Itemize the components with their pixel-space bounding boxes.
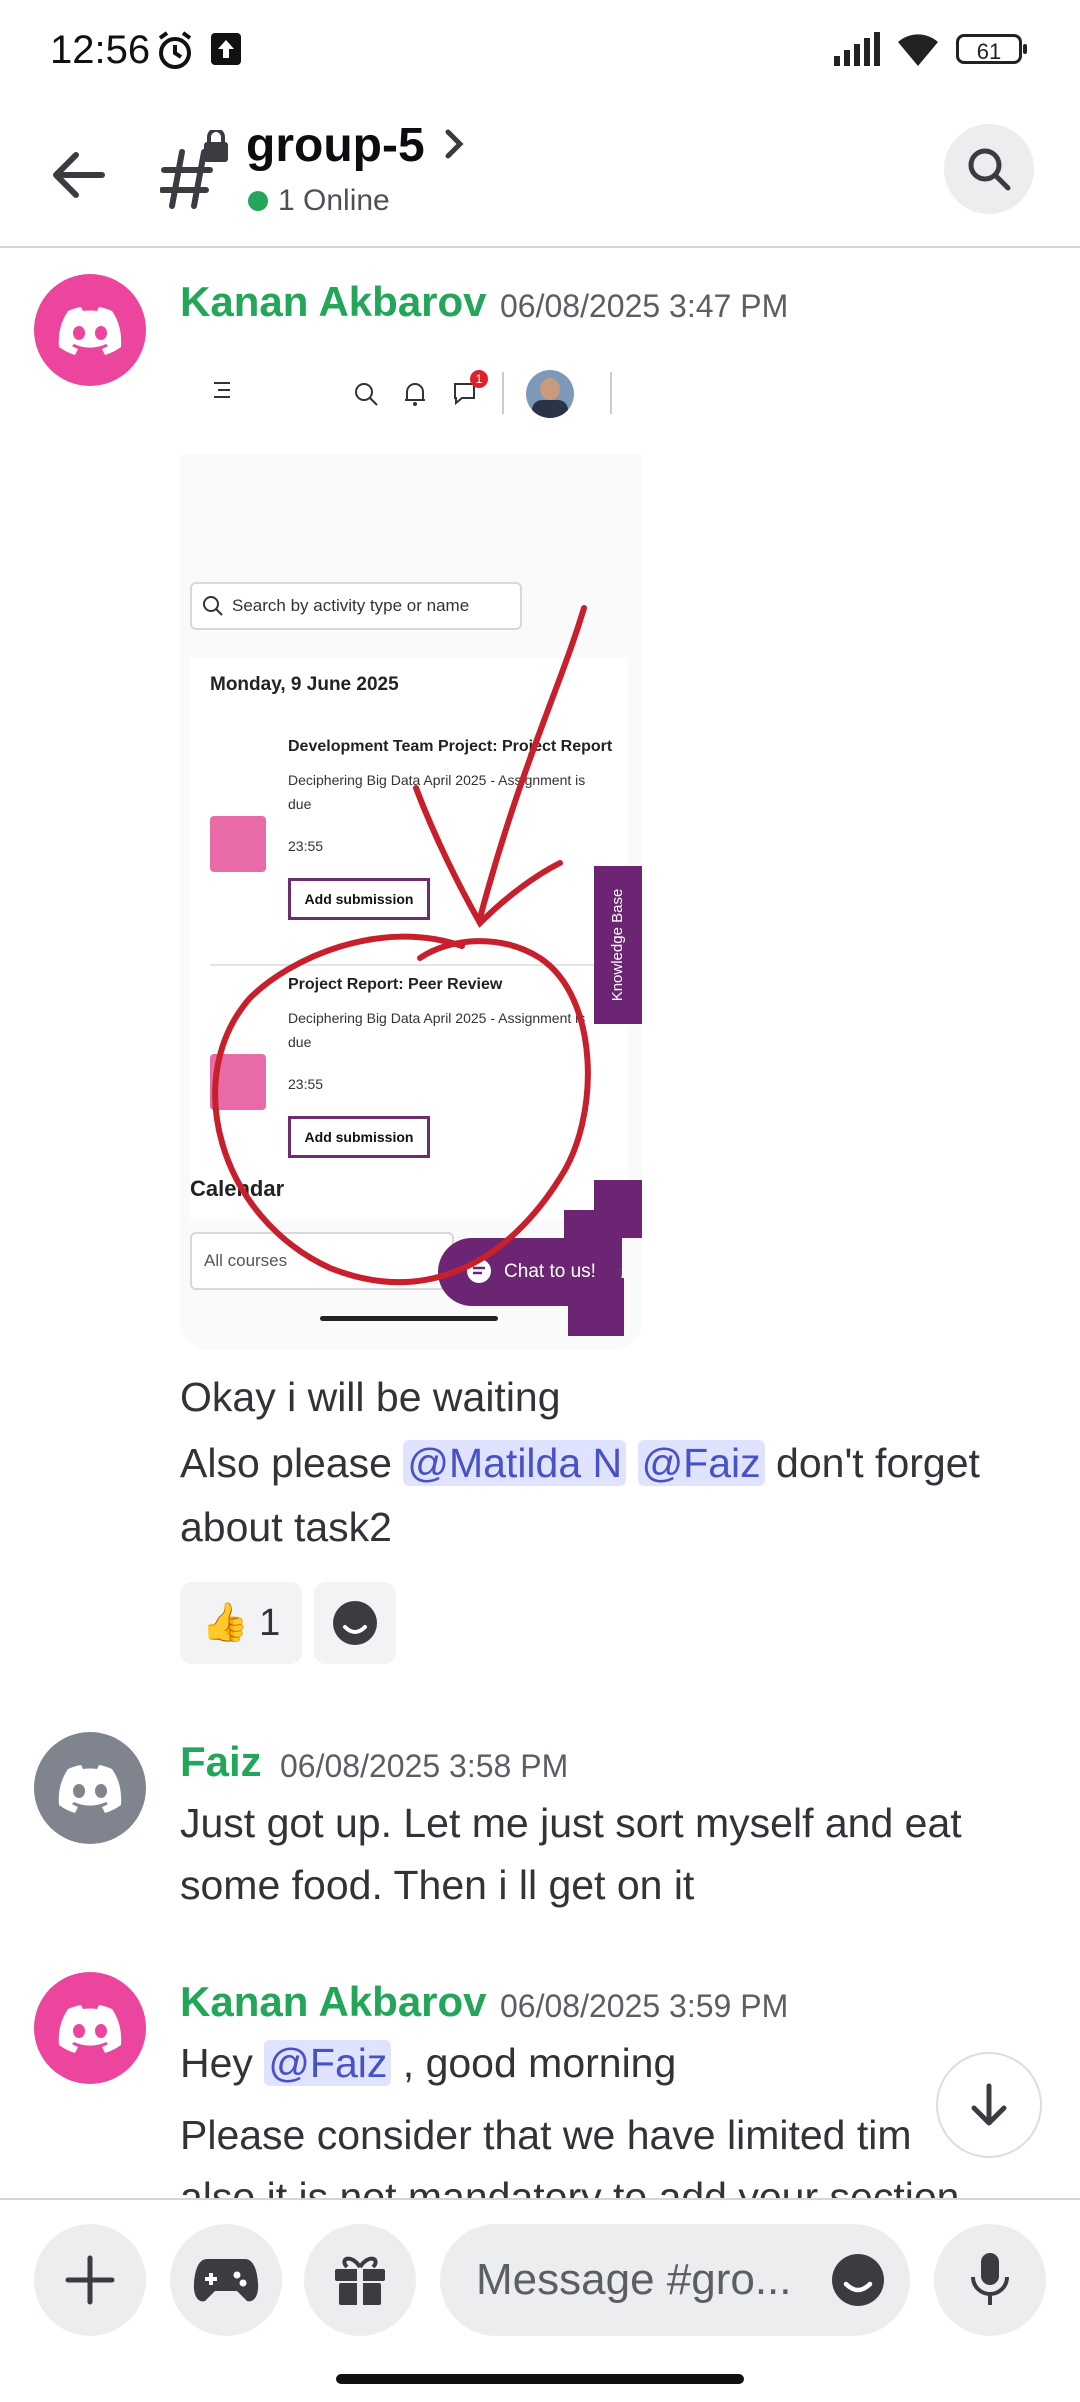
channel-name[interactable]: group-5 xyxy=(246,118,425,173)
microphone-icon xyxy=(971,2253,1009,2305)
channel-header: group-5 1 Online xyxy=(0,100,1080,248)
activities-button[interactable] xyxy=(170,2224,282,2336)
online-dot-icon xyxy=(248,191,268,211)
message-text: also it is not mandatory to add your sec… xyxy=(180,2174,960,2198)
message-author[interactable]: Faiz xyxy=(180,1738,262,1786)
status-time: 12:56 xyxy=(50,28,151,72)
arrow-down-icon xyxy=(971,2083,1007,2126)
message-timestamp: 06/08/2025 3:47 PM xyxy=(500,288,789,324)
message-input-placeholder: Message #gro... xyxy=(476,2255,792,2304)
add-reaction-button[interactable] xyxy=(314,1582,396,1664)
search-icon xyxy=(968,148,1011,191)
message-timestamp: 06/08/2025 3:58 PM xyxy=(280,1748,569,1784)
message-author[interactable]: Kanan Akbarov xyxy=(180,278,487,326)
navigation-handle[interactable] xyxy=(336,2374,744,2384)
reaction-thumbs-up[interactable]: 👍 1 xyxy=(180,1582,302,1664)
message-text: about task2 xyxy=(180,1504,392,1550)
add-attachment-button[interactable] xyxy=(34,2224,146,2336)
discord-logo-icon xyxy=(58,1765,122,1813)
emoji-icon[interactable] xyxy=(830,2252,886,2308)
text-fragment: Also please xyxy=(180,1440,404,1486)
upload-notification-icon xyxy=(211,33,241,65)
image-attachment[interactable]: 1 Search by activity type or name Monday… xyxy=(180,358,642,1350)
thumbs-up-icon: 👍 xyxy=(201,1602,250,1644)
chevron-right-icon[interactable] xyxy=(442,124,468,164)
discord-logo-icon xyxy=(58,307,122,355)
status-bar: 12:56 61 xyxy=(0,0,1080,100)
message-text: Please consider that we have limited tim xyxy=(180,2112,912,2158)
emoji-add-icon xyxy=(333,1601,377,1645)
text-fragment: , good morning xyxy=(391,2040,677,2086)
avatar[interactable] xyxy=(34,1732,146,1844)
message-timestamp: 06/08/2025 3:59 PM xyxy=(500,1988,789,2024)
user-mention[interactable]: @Faiz xyxy=(637,1440,765,1486)
message-list[interactable]: Kanan Akbarov 06/08/2025 3:47 PM 1 Searc… xyxy=(0,248,1080,2198)
discord-logo-icon xyxy=(58,2005,122,2053)
online-count: 1 Online xyxy=(278,184,390,217)
message-text: Also please @Matilda N @Faiz don't forge… xyxy=(180,1432,980,1494)
gift-icon xyxy=(335,2256,385,2305)
text-fragment: don't forget xyxy=(764,1440,980,1486)
message-author[interactable]: Kanan Akbarov xyxy=(180,1978,487,2026)
red-annotation-drawing xyxy=(212,605,591,1285)
avatar[interactable] xyxy=(34,274,146,386)
message-text: Just got up. Let me just sort myself and… xyxy=(180,1800,962,1846)
locked-channel-icon xyxy=(160,130,228,209)
search-button[interactable] xyxy=(944,124,1034,214)
message-text: Okay i will be waiting xyxy=(180,1374,561,1420)
message-input[interactable]: Message #gro... xyxy=(440,2224,910,2336)
text-fragment: Hey xyxy=(180,2040,265,2086)
plus-icon xyxy=(65,2255,115,2305)
voice-message-button[interactable] xyxy=(934,2224,1046,2336)
back-arrow-icon[interactable] xyxy=(44,140,114,210)
gamepad-icon xyxy=(193,2259,259,2302)
battery-indicator: 61 xyxy=(956,34,1027,64)
alarm-icon xyxy=(158,31,192,69)
online-status: 1 Online xyxy=(248,184,390,218)
avatar[interactable] xyxy=(34,1972,146,2084)
reaction-count: 1 xyxy=(259,1601,281,1644)
user-mention[interactable]: @Faiz xyxy=(264,2040,392,2086)
message-text: Hey @Faiz , good morning xyxy=(180,2032,676,2094)
wifi-icon xyxy=(898,34,938,66)
message-composer: Message #gro... xyxy=(0,2198,1080,2402)
jump-to-bottom-button[interactable] xyxy=(936,2052,1042,2158)
gift-button[interactable] xyxy=(304,2224,416,2336)
user-mention[interactable]: @Matilda N xyxy=(403,1440,627,1486)
message-text: some food. Then i ll get on it xyxy=(180,1862,695,1908)
signal-icon xyxy=(834,32,880,66)
